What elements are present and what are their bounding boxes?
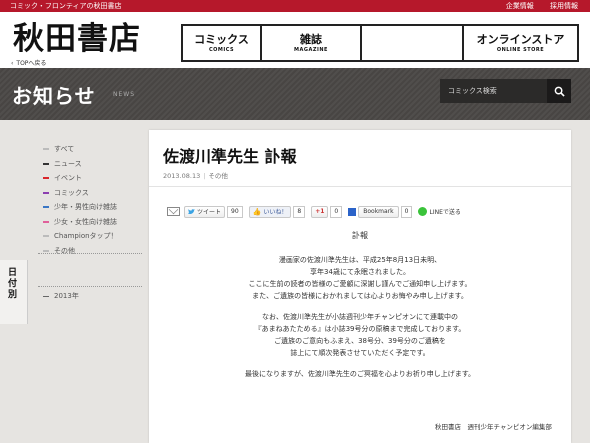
paragraph-1: 漫画家の佐渡川準先生は、平成25年8月13日未明、 享年34歳にて永眠されました… [248, 256, 472, 300]
bookmark-button[interactable]: Bookmark [358, 205, 399, 218]
page-title-band: お知らせ NEWS コミックス検索 [0, 68, 590, 120]
article-category[interactable]: その他 [208, 172, 228, 180]
site-tagline: コミック・フロンティアの秋田書店 [10, 2, 122, 10]
category-marker [43, 220, 49, 223]
category-marker [43, 206, 49, 209]
site-header: 秋田書店 ‹ TOPへ戻る コミックス COMICS 雑誌 MAGAZINE オン… [0, 12, 590, 68]
date-archive-tab: 日付別 [0, 260, 28, 324]
category-marker [43, 177, 49, 180]
back-to-top-link[interactable]: ‹ TOPへ戻る [11, 58, 46, 67]
article-card: 佐渡川準先生 訃報 2013.08.13 | その他 ツイート 90 👍 いいね！ … [149, 130, 571, 443]
category-list: すべて ニュース イベント コミックス 少年・男性向け雑誌 少女・女性向け雑誌 … [43, 142, 118, 258]
mail-icon[interactable] [167, 207, 180, 216]
date-tab-label: 日付別 [8, 268, 18, 300]
share-buttons: ツイート 90 👍 いいね！ 8 +1 0 Bookmark 0 LINEで送る [167, 205, 461, 218]
category-comics[interactable]: コミックス [43, 186, 118, 201]
divider [38, 286, 142, 287]
divider [149, 186, 571, 187]
page-subtitle: NEWS [113, 91, 136, 98]
category-news[interactable]: ニュース [43, 157, 118, 172]
corporate-links: 企業情報 採用情報 [492, 0, 578, 12]
category-other[interactable]: その他 [43, 244, 118, 259]
like-count: 8 [293, 205, 306, 218]
thumbs-up-icon: 👍 [252, 207, 262, 216]
search-input[interactable]: コミックス検索 [448, 86, 497, 96]
article-heading: 訃報 [352, 231, 368, 240]
global-nav: コミックス COMICS 雑誌 MAGAZINE オンラインストア ONLINE… [181, 24, 579, 62]
comics-search[interactable]: コミックス検索 [440, 79, 571, 103]
line-button[interactable]: LINEで送る [418, 206, 461, 218]
company-info-link[interactable]: 企業情報 [506, 2, 534, 10]
category-marker [43, 148, 49, 151]
category-shonen[interactable]: 少年・男性向け雑誌 [43, 200, 118, 215]
nav-magazine[interactable]: 雑誌 MAGAZINE [262, 26, 362, 60]
line-icon [418, 207, 428, 216]
nav-comics[interactable]: コミックス COMICS [183, 26, 262, 60]
nav-empty [362, 26, 464, 60]
tweet-button[interactable]: ツイート [184, 205, 226, 218]
sidebar: すべて ニュース イベント コミックス 少年・男性向け雑誌 少女・女性向け雑誌 … [0, 120, 149, 443]
search-icon [554, 86, 565, 97]
category-champion-tap[interactable]: Championタップ！ [43, 229, 118, 244]
article-body: 訃報 漫画家の佐渡川準先生は、平成25年8月13日未明、 享年34歳にて永眠され… [149, 230, 571, 380]
twitter-icon [188, 208, 195, 214]
article-date: 2013.08.13 [163, 172, 201, 180]
bookmark-count: 0 [400, 205, 413, 218]
nav-online-store[interactable]: オンラインストア ONLINE STORE [464, 26, 577, 60]
like-button[interactable]: 👍 いいね！ [248, 205, 292, 218]
category-shojo[interactable]: 少女・女性向け雑誌 [43, 215, 118, 230]
paragraph-3: 最後になりますが、佐渡川準先生のご冥福を心よりお祈り申し上げます。 [244, 370, 476, 378]
paragraph-2: なお、佐渡川準先生が小誌週刊少年チャンピオンにて連載中の 『あまねあたためる』は… [254, 313, 466, 357]
category-all[interactable]: すべて [43, 142, 118, 157]
year-marker [43, 295, 49, 297]
article-signature: 秋田書店 週刊少年チャンピオン編集部 [435, 423, 552, 431]
category-marker [43, 191, 49, 194]
gplus-count: 0 [330, 205, 343, 218]
article-title: 佐渡川準先生 訃報 [163, 147, 297, 166]
recruit-link[interactable]: 採用情報 [550, 2, 578, 10]
article-meta: 2013.08.13 | その他 [163, 172, 228, 180]
category-marker [43, 235, 49, 238]
category-marker [43, 249, 49, 252]
page-title: お知らせ [12, 84, 96, 108]
category-event[interactable]: イベント [43, 171, 118, 186]
search-button[interactable] [547, 79, 571, 103]
tweet-count: 90 [227, 205, 243, 218]
bookmark-icon [348, 207, 357, 216]
category-marker [43, 162, 49, 165]
site-logo[interactable]: 秋田書店 [13, 22, 141, 56]
chevron-left-icon: ‹ [11, 60, 14, 67]
divider [38, 253, 142, 254]
top-bar: コミック・フロンティアの秋田書店 企業情報 採用情報 [0, 0, 590, 12]
year-2013-link[interactable]: 2013年 [43, 291, 79, 301]
gplus-button[interactable]: +1 [311, 205, 329, 218]
